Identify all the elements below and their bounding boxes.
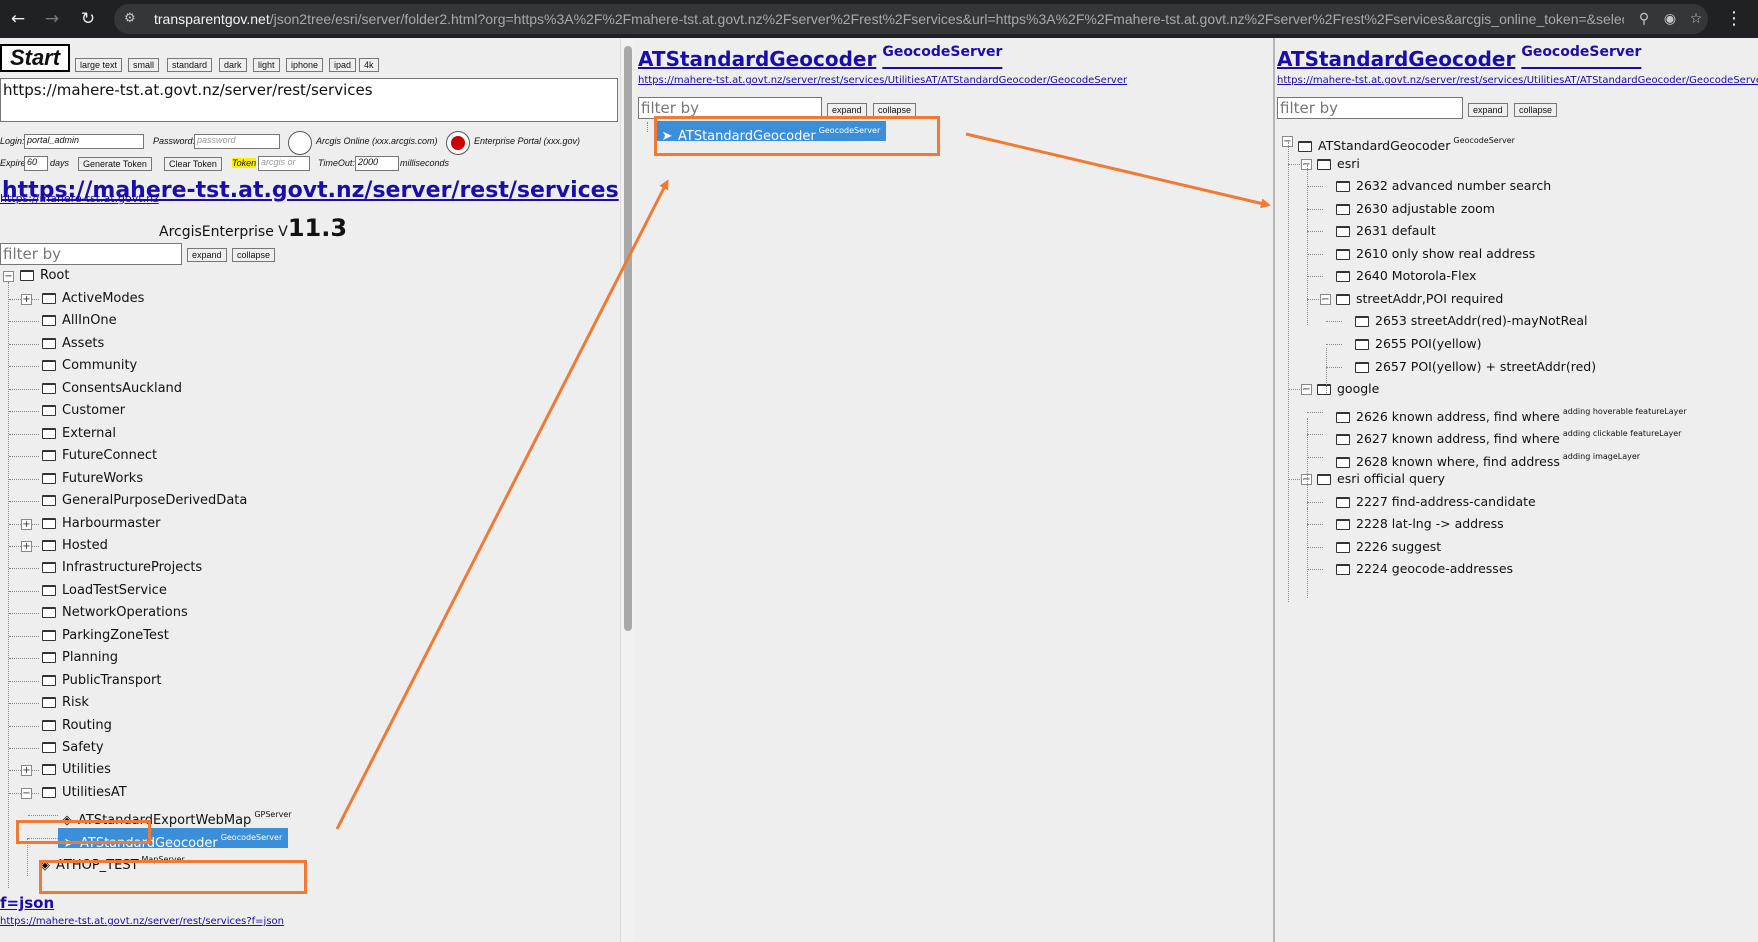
annotation-arrows	[335, 132, 1271, 830]
arrow-to-right	[965, 132, 1271, 209]
arrow-to-middle	[335, 179, 669, 830]
